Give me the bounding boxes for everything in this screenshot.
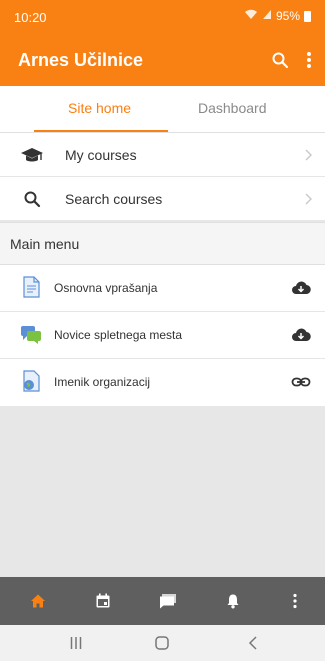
chevron-right-icon — [301, 192, 315, 206]
home-icon[interactable] — [28, 591, 48, 611]
notifications-icon[interactable] — [223, 591, 243, 611]
status-time: 10:20 — [14, 10, 47, 25]
menu-item-label: Osnovna vprašanja — [54, 281, 158, 295]
menu-item-label: Imenik organizacij — [54, 375, 151, 389]
battery-percent: 95% — [275, 9, 300, 23]
menu-item-osnovna-vprasanja[interactable]: Osnovna vprašanja — [0, 265, 325, 312]
tab-site-home[interactable]: Site home — [68, 100, 131, 116]
search-icon — [20, 187, 44, 211]
search-icon[interactable] — [267, 47, 293, 73]
active-tab-indicator — [34, 130, 168, 132]
search-courses-item[interactable]: Search courses — [0, 177, 325, 221]
home-button-icon[interactable] — [155, 636, 169, 650]
main-menu-heading: Main menu — [10, 236, 80, 252]
system-navigation-bar — [0, 625, 325, 661]
url-globe-icon — [20, 370, 42, 392]
forum-icon — [20, 323, 42, 345]
main-menu-section-header: Main menu — [0, 222, 325, 265]
signal-icon — [262, 9, 272, 23]
wifi-icon — [244, 9, 258, 23]
status-bar: 10:20 95% — [0, 0, 325, 34]
recent-apps-icon[interactable] — [70, 636, 82, 650]
more-vert-icon[interactable] — [285, 591, 305, 611]
app-bar: Arnes Učilnice — [0, 34, 325, 86]
link-icon[interactable] — [291, 372, 311, 392]
calendar-icon[interactable] — [93, 591, 113, 611]
messages-icon[interactable] — [158, 591, 178, 611]
my-courses-item[interactable]: My courses — [0, 133, 325, 177]
graduation-cap-icon — [20, 143, 44, 167]
menu-item-novice-spletnega-mesta[interactable]: Novice spletnega mesta — [0, 312, 325, 359]
menu-item-label: Novice spletnega mesta — [54, 328, 183, 342]
course-links-list: My courses Search courses — [0, 133, 325, 221]
main-menu-list: Osnovna vprašanja Novice spletnega mesta… — [0, 265, 325, 406]
back-icon[interactable] — [248, 636, 258, 650]
status-indicators: 95% — [244, 9, 311, 23]
app-title: Arnes Učilnice — [18, 50, 144, 70]
chevron-right-icon — [301, 148, 315, 162]
bottom-navigation — [0, 577, 325, 625]
cloud-download-icon[interactable] — [291, 325, 311, 345]
battery-icon — [304, 10, 311, 22]
my-courses-label: My courses — [65, 147, 137, 163]
tab-dashboard[interactable]: Dashboard — [198, 100, 267, 116]
search-courses-label: Search courses — [65, 191, 163, 207]
document-icon — [20, 276, 42, 298]
tab-bar: Site home Dashboard — [0, 86, 325, 133]
cloud-download-icon[interactable] — [291, 278, 311, 298]
more-vert-icon[interactable] — [296, 47, 322, 73]
menu-item-imenik-organizacij[interactable]: Imenik organizacij — [0, 359, 325, 406]
